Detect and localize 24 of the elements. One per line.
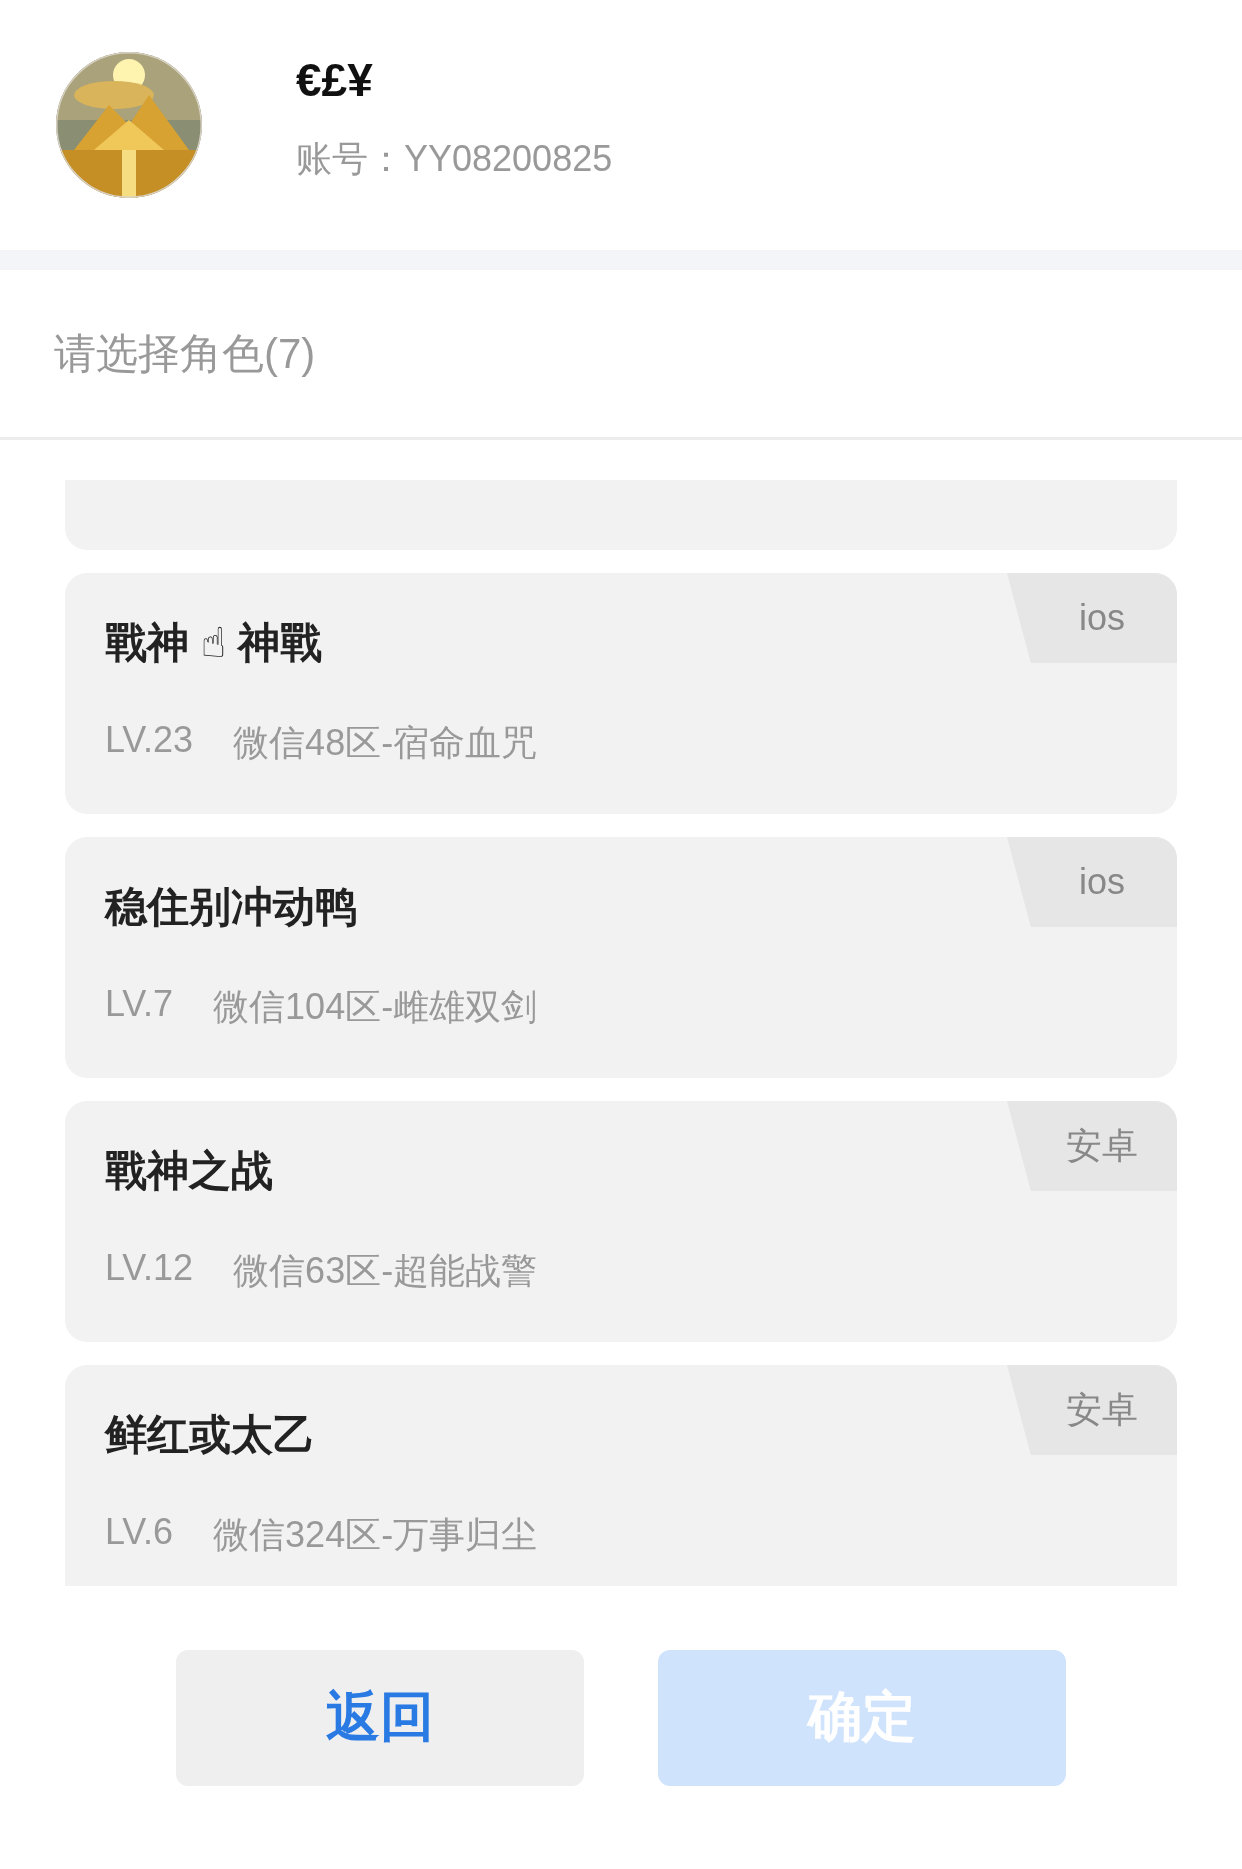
role-level: LV.23 — [105, 719, 194, 762]
role-name: 稳住别冲动鸭 — [105, 882, 357, 932]
role-card[interactable]: 稳住别冲动鸭 LV.7 微信104区-雌雄双剑 ios — [65, 837, 1177, 1078]
user-name: €£¥ — [296, 52, 374, 107]
platform-tag: ios — [1007, 837, 1177, 927]
role-server: 微信48区-宿命血咒 — [233, 721, 538, 765]
platform-tag: 安卓 — [1007, 1365, 1177, 1455]
role-card[interactable]: 戰神之战 LV.12 微信63区-超能战警 安卓 — [65, 1101, 1177, 1342]
account-number: 账号：YY08200825 — [296, 136, 613, 181]
section-title: 请选择角色(7) — [0, 270, 1242, 440]
role-name: 戰神 ☝ 神戰 — [105, 618, 322, 668]
role-name: 戰神之战 — [105, 1146, 273, 1196]
role-card[interactable]: 戰神 ☝ 神戰 LV.23 微信48区-宿命血咒 ios — [65, 573, 1177, 814]
role-name: 鲜红或太乙 — [105, 1410, 315, 1460]
role-card[interactable]: 鲜红或太乙 LV.6 微信324区-万事归尘 安卓 — [65, 1365, 1177, 1586]
platform-tag: ios — [1007, 573, 1177, 663]
role-server: 微信63区-超能战警 — [233, 1249, 538, 1293]
role-level: LV.7 — [105, 983, 174, 1026]
role-server: 微信324区-万事归尘 — [213, 1513, 538, 1557]
platform-tag: 安卓 — [1007, 1101, 1177, 1191]
role-level: LV.12 — [105, 1247, 194, 1290]
role-server: 微信104区-雌雄双剑 — [213, 985, 538, 1029]
role-level: LV.6 — [105, 1511, 174, 1554]
back-button[interactable]: 返回 — [176, 1649, 584, 1786]
